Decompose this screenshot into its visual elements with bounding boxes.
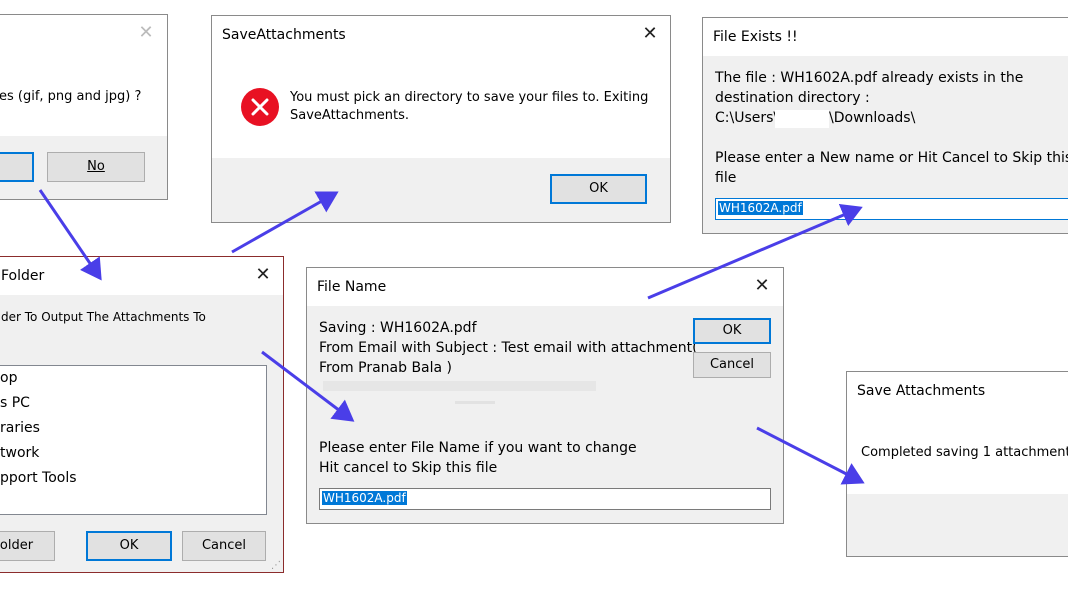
arrow-1 [38, 189, 102, 281]
arrow-2 [231, 191, 339, 254]
arrow-3 [261, 350, 355, 422]
flow-arrows [38, 189, 865, 485]
arrow-4 [647, 203, 863, 300]
arrow-5 [756, 426, 865, 485]
